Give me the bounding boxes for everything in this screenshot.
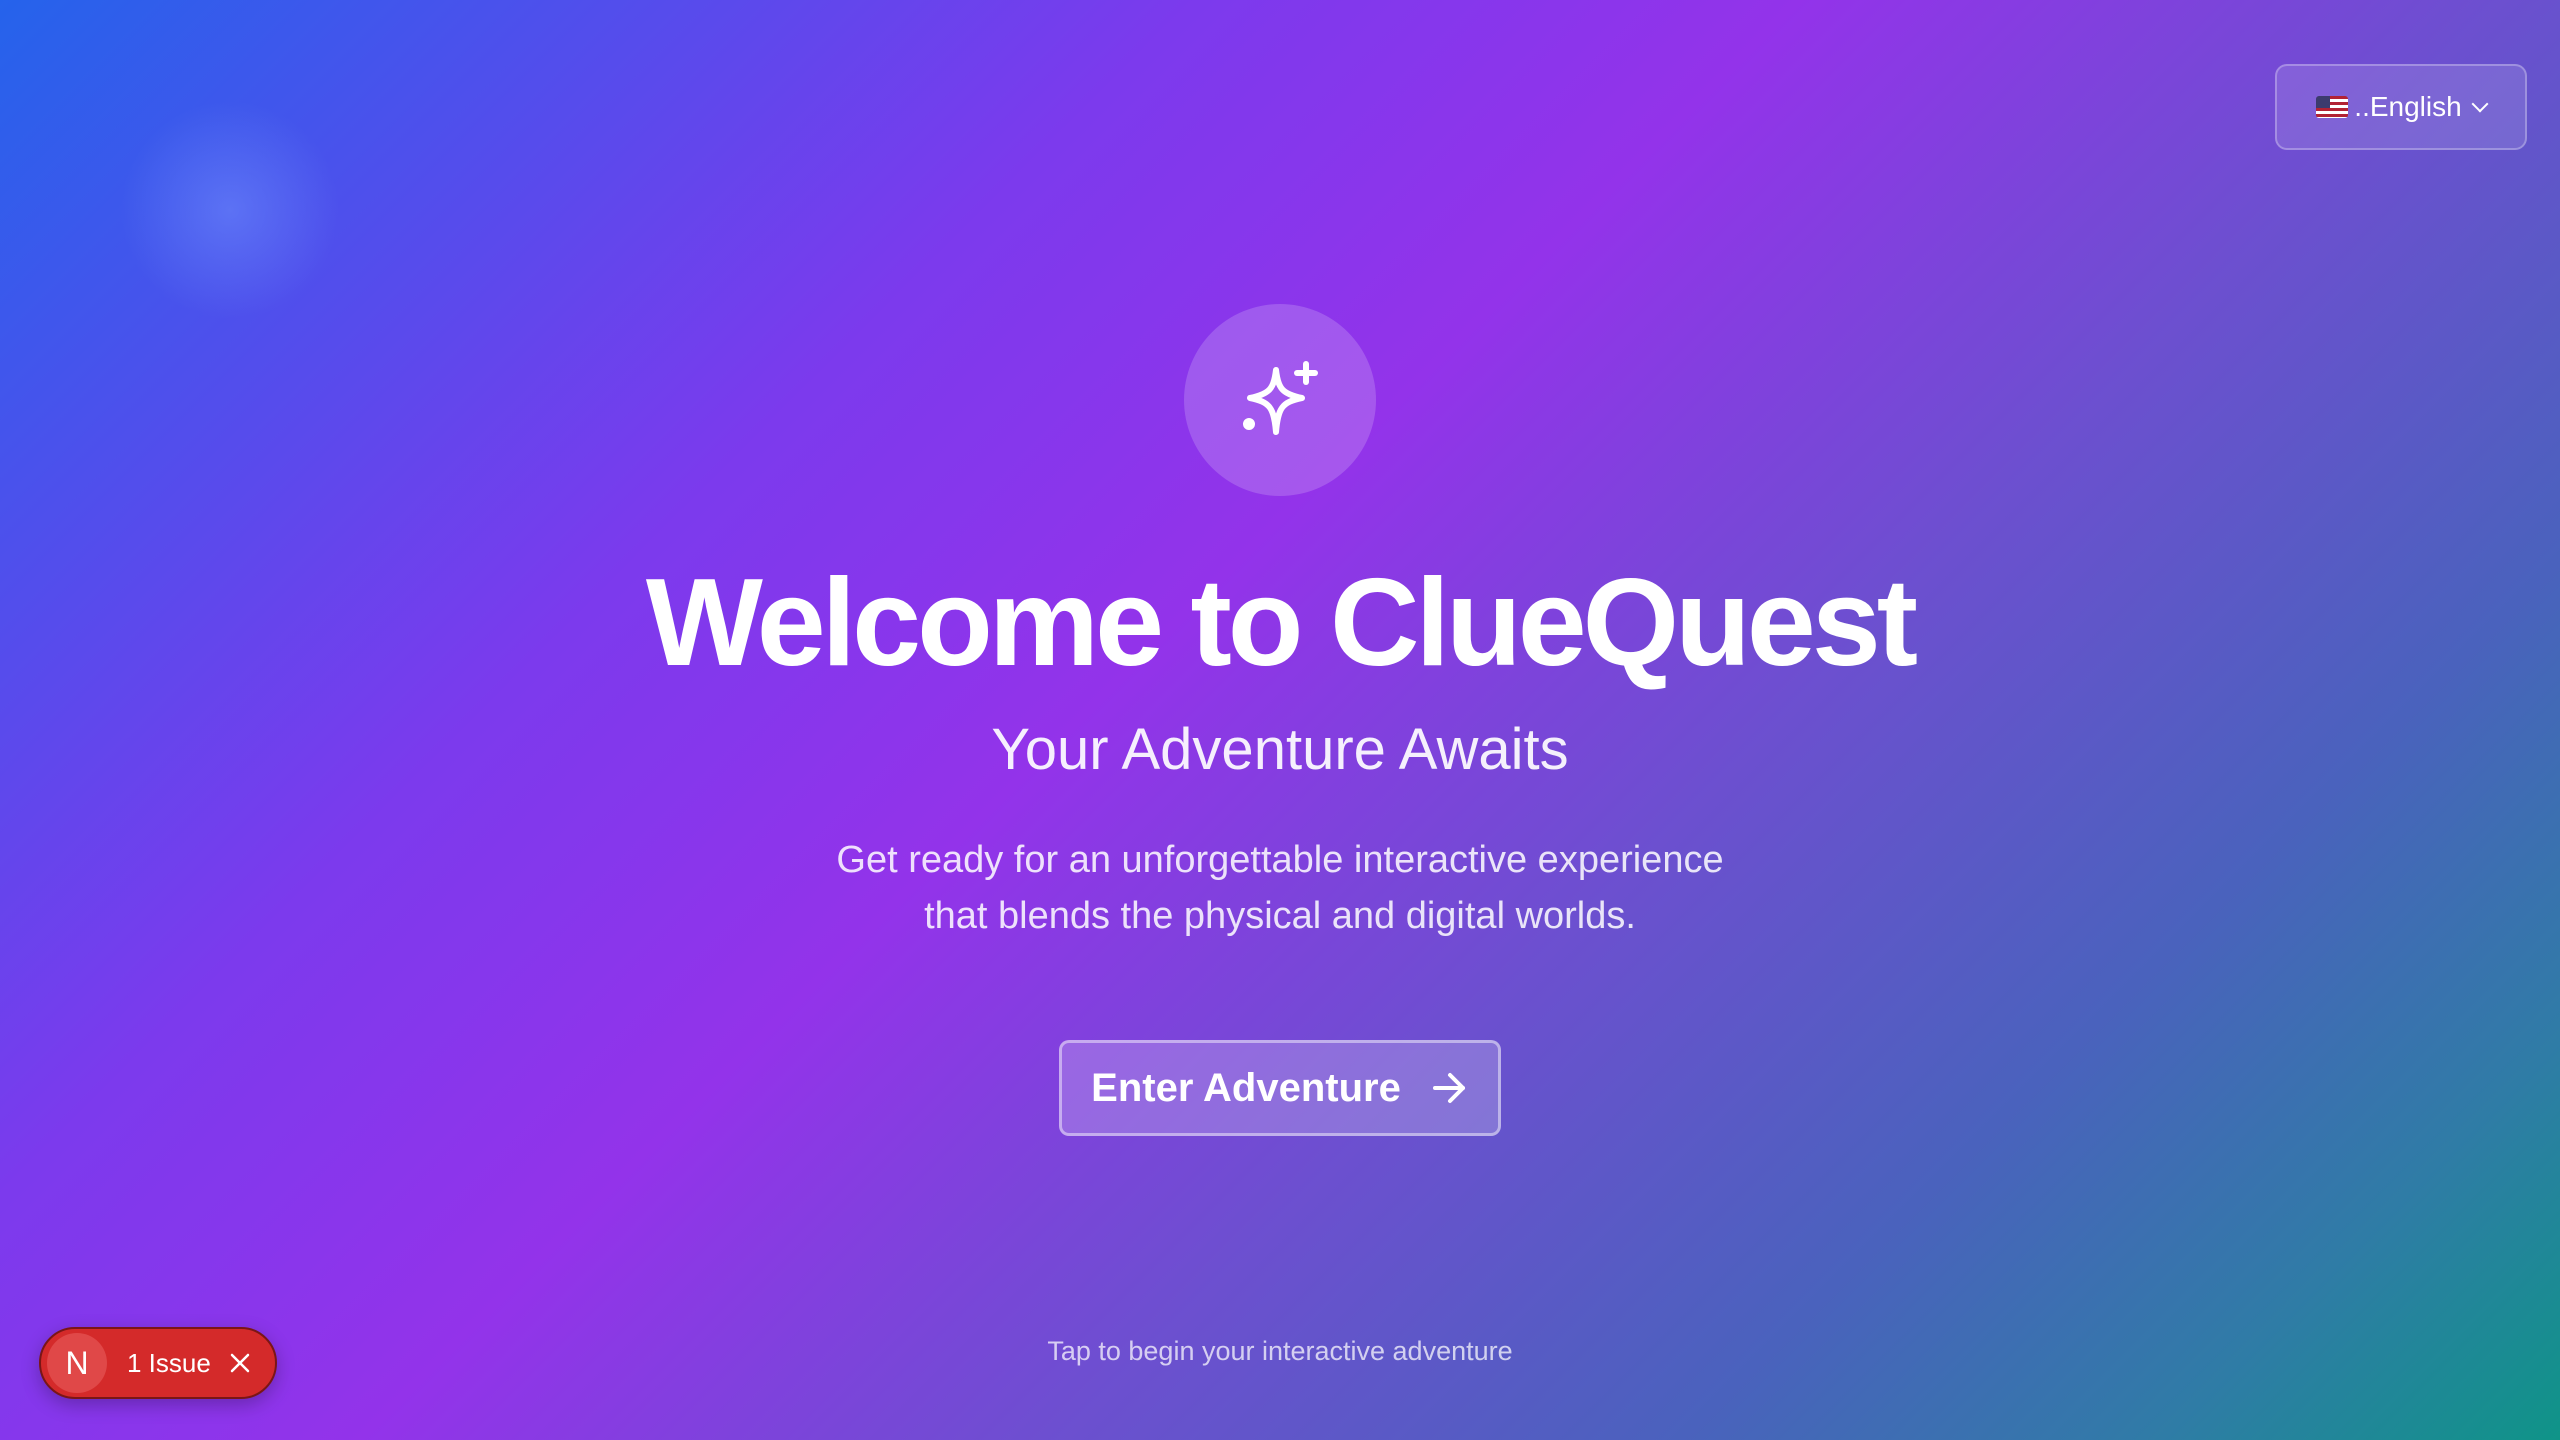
description-line-2: that blends the physical and digital wor… <box>924 895 1636 937</box>
page-title: Welcome to ClueQuest <box>645 554 1918 692</box>
tap-hint: Tap to begin your interactive adventure <box>1047 1336 1513 1366</box>
language-label: ..English <box>2354 91 2462 122</box>
nextjs-logo-icon[interactable]: N <box>47 1333 107 1393</box>
page-description: Get ready for an unforgettable interacti… <box>0 832 2560 944</box>
chevron-down-icon <box>2471 95 2489 113</box>
sparkles-icon <box>1243 361 1318 435</box>
arrow-right-icon <box>1432 1073 1465 1103</box>
description-line-1: Get ready for an unforgettable interacti… <box>836 839 1724 881</box>
language-selector[interactable]: ..English <box>2275 64 2527 150</box>
close-icon[interactable] <box>227 1350 253 1376</box>
enter-adventure-button[interactable]: Enter Adventure <box>1059 1040 1501 1136</box>
dev-issues-badge: N 1 Issue <box>39 1327 277 1399</box>
sparkles-icon-circle <box>1184 304 1376 496</box>
issue-count-button[interactable]: 1 Issue <box>127 1348 211 1379</box>
us-flag-icon <box>2316 96 2349 118</box>
page-subtitle: Your Adventure Awaits <box>991 717 1569 782</box>
background-glow <box>120 100 340 320</box>
enter-adventure-label: Enter Adventure <box>1091 1065 1401 1110</box>
